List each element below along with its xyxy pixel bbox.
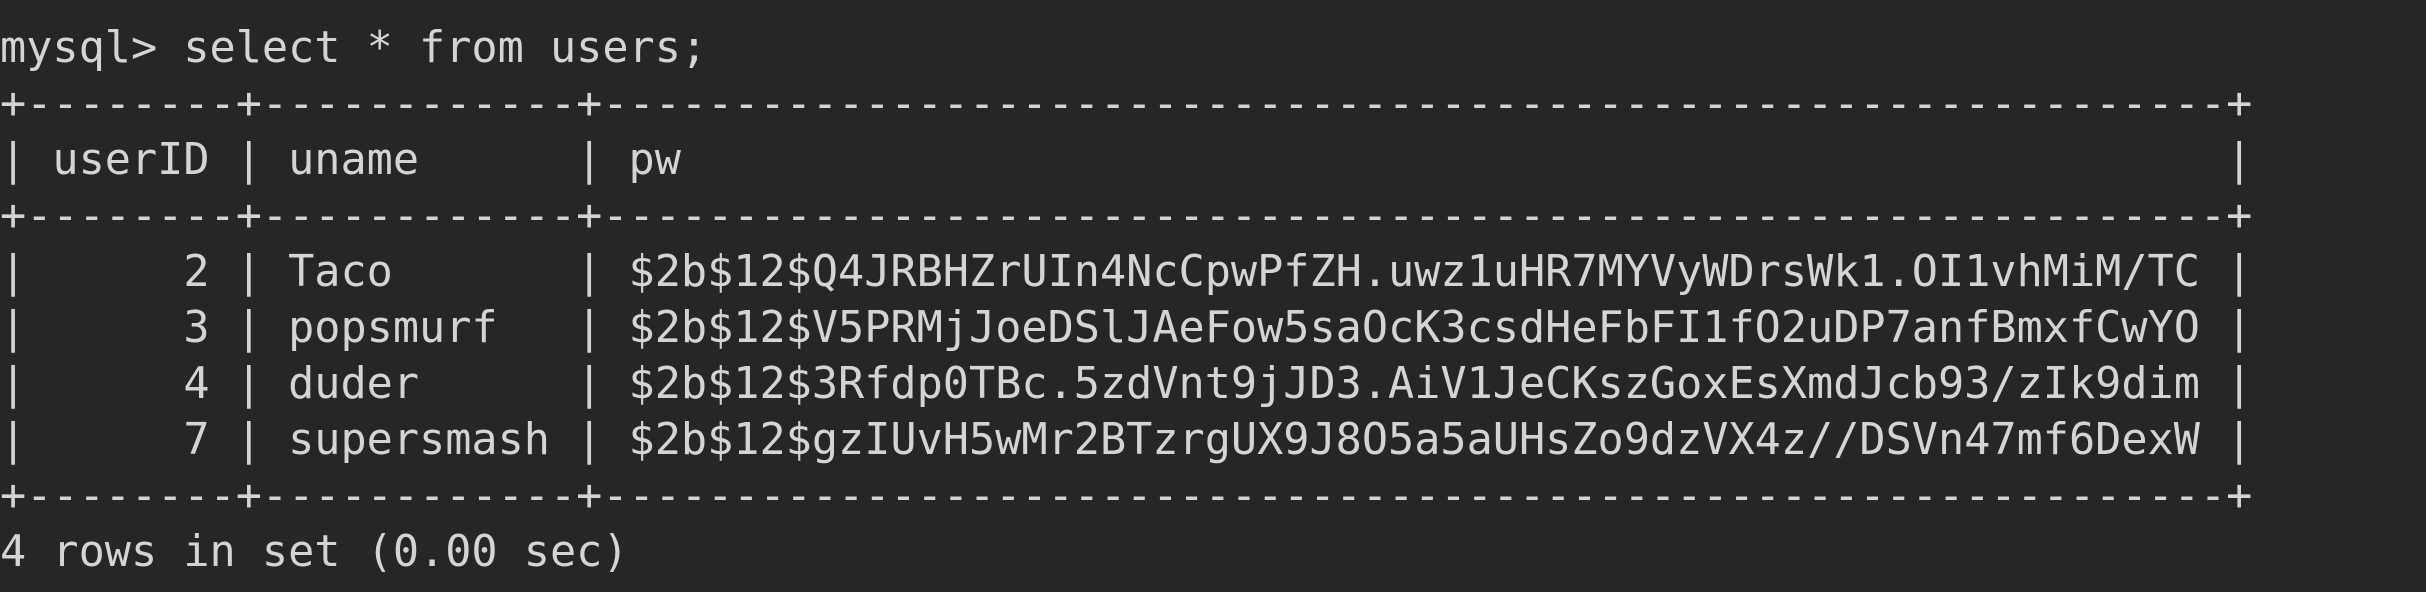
table-border-mid: +--------+------------+-----------------… xyxy=(0,191,2253,241)
table-border-top: +--------+------------+-----------------… xyxy=(0,79,2253,129)
result-summary: 4 rows in set (0.00 sec) xyxy=(0,527,629,577)
table-header-row: | userID | uname | pw | xyxy=(0,135,2253,185)
table-row: | 3 | popsmurf | $2b$12$V5PRMjJoeDSlJAeF… xyxy=(0,303,2253,353)
table-row: | 4 | duder | $2b$12$3Rfdp0TBc.5zdVnt9jJ… xyxy=(0,359,2253,409)
table-row: | 7 | supersmash | $2b$12$gzIUvH5wMr2BTz… xyxy=(0,415,2253,465)
terminal-window[interactable]: mysql> select * from users; +--------+--… xyxy=(0,0,2426,592)
table-border-bottom: +--------+------------+-----------------… xyxy=(0,471,2253,521)
table-row: | 2 | Taco | $2b$12$Q4JRBHZrUIn4NcCpwPfZ… xyxy=(0,247,2253,297)
query-line: mysql> select * from users; xyxy=(0,23,708,73)
